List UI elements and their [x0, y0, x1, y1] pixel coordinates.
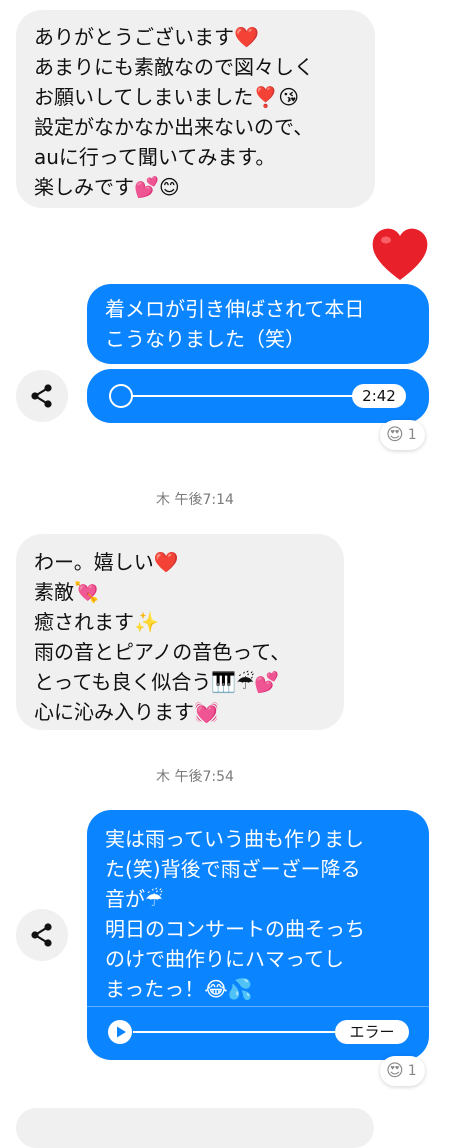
share-button[interactable] — [16, 909, 68, 961]
message-line: とっても良く似合う🎹☔💕 — [34, 670, 280, 694]
message-line: 着メロが引き伸ばされて本日 — [105, 297, 365, 321]
heart-eyes-emoji: 😍 — [386, 1061, 404, 1081]
play-icon[interactable] — [107, 1019, 133, 1045]
incoming-message-bubble[interactable]: ありがとうございます❤️ あまりにも素敵なので図々しく お願いしてしまいました❣… — [16, 10, 375, 208]
heart-icon — [372, 228, 428, 280]
outgoing-message-bubble[interactable]: 着メロが引き伸ばされて本日 こうなりました（笑） — [87, 284, 429, 364]
message-line: こうなりました（笑） — [105, 327, 305, 351]
outgoing-message-bubble[interactable]: 実は雨っていう曲も作りまし た(笑)背後で雨ざーざー降る 音が☔ 明日のコンサー… — [87, 810, 429, 1060]
message-line: た(笑)背後で雨ざーざー降る — [105, 857, 361, 881]
reaction-count: 1 — [407, 1063, 417, 1079]
message-line: わー。嬉しい❤️ — [34, 550, 179, 574]
message-line: お願いしてしまいました❣️😘 — [34, 85, 300, 109]
incoming-message-bubble[interactable]: わー。嬉しい❤️ 素敵💘 癒されます✨ 雨の音とピアノの音色って、 とっても良く… — [16, 534, 344, 730]
audio-play-indicator-icon[interactable] — [108, 383, 134, 409]
message-line: 明日のコンサートの曲そっち — [105, 917, 365, 941]
message-line: まったっ！😂💦 — [105, 977, 253, 1001]
heart-eyes-emoji: 😍 — [386, 425, 404, 445]
message-line: 実は雨っていう曲も作りまし — [105, 827, 364, 851]
timestamp: 木 午後7:14 — [156, 492, 234, 508]
audio-error-status: エラー — [335, 1020, 409, 1044]
incoming-message-bubble-partial[interactable] — [16, 1108, 374, 1148]
share-button[interactable] — [16, 370, 68, 422]
message-line: 心に沁み入ります💓 — [34, 700, 219, 724]
reaction-badge[interactable]: 😍 1 — [380, 420, 425, 450]
big-heart-message[interactable] — [370, 226, 430, 282]
audio-progress-track[interactable] — [133, 1031, 337, 1033]
message-line: 設定がなかなか出来ないので、 — [34, 115, 314, 139]
audio-message[interactable]: 2:42 — [87, 369, 429, 423]
message-line: 雨の音とピアノの音色って、 — [34, 640, 291, 664]
message-line: 癒されます✨ — [34, 610, 159, 634]
message-line: あまりにも素敵なので図々しく — [34, 55, 314, 79]
audio-progress-track[interactable] — [132, 395, 354, 397]
divider — [87, 1006, 429, 1007]
reaction-count: 1 — [407, 427, 417, 443]
message-line: ありがとうございます❤️ — [34, 25, 259, 49]
reaction-badge[interactable]: 😍 1 — [380, 1056, 425, 1086]
message-line: 音が☔ — [105, 887, 163, 911]
message-line: 素敵💘 — [34, 580, 99, 604]
timestamp: 木 午後7:54 — [156, 769, 234, 785]
share-icon — [31, 384, 52, 408]
audio-duration: 2:42 — [352, 384, 406, 408]
message-line: 楽しみです💕😊 — [34, 175, 180, 199]
share-icon — [31, 923, 52, 947]
message-line: auに行って聞いてみます。 — [34, 145, 276, 169]
message-line: のけで曲作りにハマってし — [105, 947, 344, 971]
